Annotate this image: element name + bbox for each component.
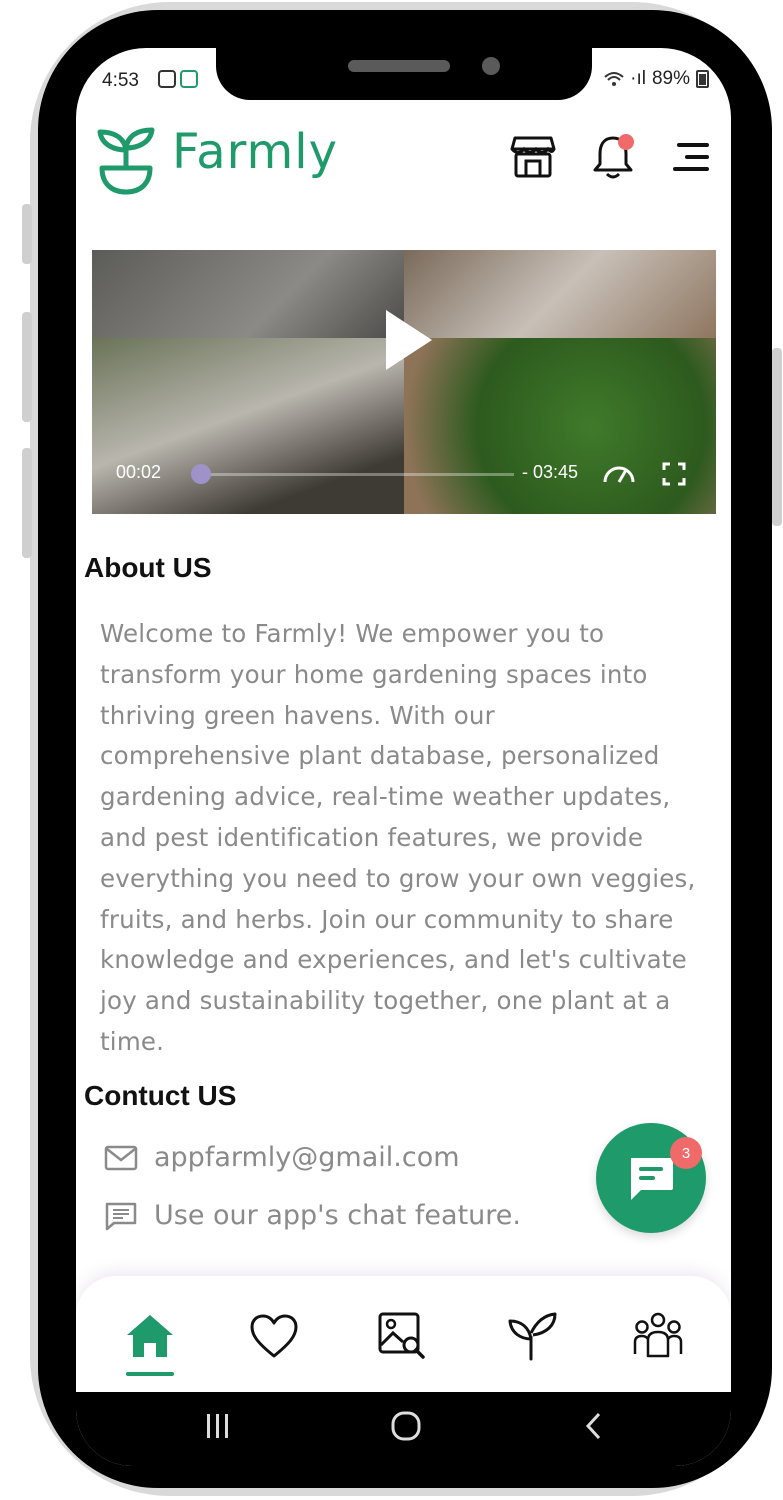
about-line: fruits, and herbs. Join our community to… (100, 904, 674, 934)
status-notification-icons (158, 70, 198, 88)
power-button (772, 348, 782, 526)
fullscreen-icon[interactable] (662, 462, 686, 486)
nav-active-indicator (126, 1372, 174, 1376)
recent-apps-button[interactable] (204, 1410, 232, 1442)
chat-message-icon (105, 1202, 137, 1230)
chat-unread-badge: 3 (670, 1137, 702, 1169)
notification-dot (618, 134, 634, 150)
signal-icon: ·ıl (630, 68, 646, 89)
about-line: gardening advice, real-time weather upda… (100, 782, 671, 812)
video-elapsed-time: 00:02 (116, 462, 162, 482)
about-line: and pest identification features, we pro… (100, 822, 644, 852)
store-button[interactable] (508, 132, 558, 182)
sprout-logo-icon (97, 127, 155, 195)
speaker-grille (348, 60, 450, 72)
menu-button[interactable] (666, 132, 716, 182)
video-thumbnail (92, 338, 404, 514)
camera-notch (216, 48, 592, 100)
video-thumbnail (92, 250, 404, 338)
chat-button[interactable]: 3 (596, 1123, 706, 1233)
about-line: comprehensive plant database, personaliz… (100, 741, 660, 771)
video-thumbnail (404, 338, 716, 514)
about-line: thriving green havens. With our (100, 700, 495, 730)
battery-percent: 89% (651, 68, 690, 89)
store-icon (510, 136, 556, 178)
wifi-icon (604, 72, 624, 86)
plant-icon (508, 1312, 557, 1361)
instagram-icon (158, 70, 176, 88)
chat-icon (631, 1158, 673, 1200)
about-line: knowledge and experiences, and let's cul… (100, 945, 687, 975)
recent-apps-icon (207, 1414, 228, 1438)
mail-icon (104, 1145, 138, 1170)
video-scrubber-track[interactable] (196, 473, 514, 476)
about-title: About US (84, 552, 212, 583)
about-line: joy and sustainability together, one pla… (100, 986, 671, 1016)
farmly-notification-icon (180, 70, 198, 88)
playback-speed-icon[interactable] (602, 462, 636, 484)
back-button[interactable] (582, 1410, 606, 1442)
video-thumbnail (404, 250, 716, 338)
nav-favorites[interactable] (244, 1306, 304, 1366)
contact-chat: Use our app's chat feature. (154, 1200, 521, 1231)
about-line: time. (100, 1026, 165, 1056)
play-button[interactable] (386, 310, 432, 370)
back-icon (585, 1412, 601, 1440)
home-system-button[interactable] (390, 1410, 422, 1442)
nav-community[interactable] (628, 1306, 688, 1366)
bottom-navigation (76, 1276, 731, 1392)
status-time: 4:53 (102, 70, 139, 91)
contact-chat-row[interactable]: Use our app's chat feature. (104, 1200, 521, 1231)
about-line: transform your home gardening spaces int… (100, 659, 648, 689)
notifications-button[interactable] (588, 132, 638, 182)
app-header: Farmly (76, 120, 731, 200)
community-icon (633, 1312, 683, 1358)
status-right: ·ıl 89% (604, 68, 709, 90)
home-icon (127, 1315, 173, 1357)
volume-down-button (22, 448, 32, 558)
volume-button (22, 204, 32, 264)
contact-title: Contuct US (84, 1080, 237, 1111)
front-camera (482, 57, 500, 75)
heart-icon (250, 1314, 298, 1358)
contact-email[interactable]: appfarmly@gmail.com (154, 1142, 460, 1173)
volume-up-button (22, 312, 32, 422)
nav-plants[interactable] (502, 1306, 562, 1366)
about-line: everything you need to grow your own veg… (100, 863, 696, 893)
home-circle-icon (391, 1411, 421, 1441)
image-search-icon (378, 1312, 425, 1359)
nav-home[interactable] (120, 1306, 180, 1366)
video-remaining-time: - 03:45 (522, 462, 579, 482)
system-navigation-bar (76, 1392, 731, 1466)
nav-plant-scan[interactable] (372, 1306, 432, 1366)
video-player[interactable]: 00:02 - 03:45 (92, 250, 716, 514)
menu-icon (673, 143, 709, 171)
contact-email-row[interactable]: appfarmly@gmail.com (104, 1142, 460, 1173)
battery-icon (696, 70, 709, 88)
about-text: Welcome to Farmly! We empower you to tra… (100, 614, 710, 1063)
about-line: Welcome to Farmly! We empower you to (100, 619, 605, 648)
app-screen: 4:53 ·ıl 89% Farmly 00:02 - 03:45 About … (76, 48, 731, 1466)
brand-name: Farmly (172, 124, 339, 180)
